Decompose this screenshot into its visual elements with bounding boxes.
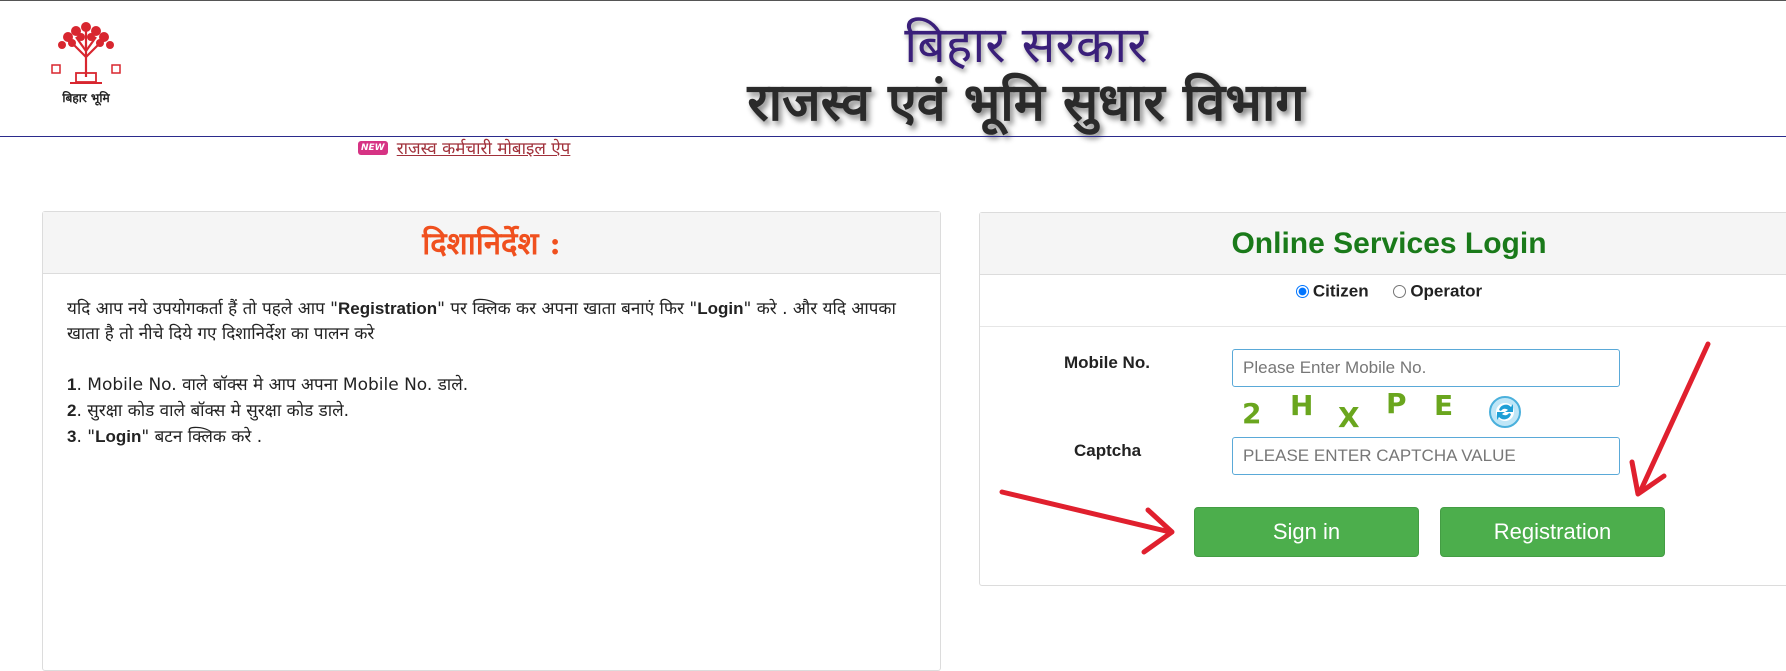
guidelines-steps: 1. Mobile No. वाले बॉक्स मे आप अपना Mobi… — [67, 372, 916, 450]
guidelines-panel: दिशानिर्देश : यदि आप नये उपयोगकर्ता हैं … — [42, 211, 941, 671]
refresh-icon[interactable] — [1488, 395, 1522, 429]
mobile-app-link[interactable]: राजस्व कर्मचारी मोबाइल ऐप — [397, 139, 571, 159]
new-badge-icon: NEW — [358, 140, 388, 155]
guideline-step: 2. सुरक्षा कोड वाले बॉक्स मे सुरक्षा कोड… — [67, 398, 916, 424]
guideline-step: 3. "Login" बटन क्लिक करे . — [67, 424, 916, 450]
intro-registration: Registration — [337, 299, 438, 318]
login-header: Online Services Login — [980, 213, 1786, 275]
intro-login: Login — [697, 299, 744, 318]
captcha-image: 2HXPE — [1242, 389, 1453, 429]
role-selector: Citizen Operator — [980, 275, 1786, 327]
captcha-char: H — [1290, 389, 1313, 422]
guideline-step: 1. Mobile No. वाले बॉक्स मे आप अपना Mobi… — [67, 372, 916, 398]
role-citizen[interactable]: Citizen — [1295, 281, 1369, 302]
operator-label: Operator — [1410, 281, 1483, 301]
operator-radio[interactable] — [1393, 285, 1407, 299]
citizen-label: Citizen — [1312, 281, 1369, 301]
guidelines-intro: यदि आप नये उपयोगकर्ता हैं तो पहले आप "Re… — [67, 296, 916, 347]
step-bold: Login — [95, 427, 142, 446]
step-text: . " — [76, 427, 96, 447]
department-title: राजस्व एवं भूमि सुधार विभाग — [747, 72, 1305, 133]
login-panel: Online Services Login Citizen Operator M… — [979, 212, 1786, 586]
sign-in-button[interactable]: Sign in — [1194, 507, 1419, 557]
captcha-char: 2 — [1242, 397, 1261, 429]
captcha-char: E — [1434, 389, 1453, 422]
registration-button[interactable]: Registration — [1440, 507, 1665, 557]
guidelines-title: दिशानिर्देश : — [422, 226, 561, 262]
captcha-char: X — [1338, 401, 1360, 429]
mobile-input[interactable] — [1232, 349, 1620, 387]
captcha-text: 2HXPE — [1242, 389, 1453, 429]
mobile-app-link-row: NEW राजस्व कर्मचारी मोबाइल ऐप — [358, 136, 570, 162]
step-text: . Mobile No. वाले बॉक्स मे आप अपना Mobil… — [76, 375, 469, 395]
captcha-char: P — [1386, 389, 1407, 420]
login-title: Online Services Login — [1231, 227, 1547, 260]
intro-text-2: " पर क्लिक कर अपना खाता बनाएं फिर " — [437, 299, 698, 319]
mobile-label: Mobile No. — [1064, 353, 1150, 372]
captcha-input[interactable] — [1232, 437, 1620, 475]
guidelines-header: दिशानिर्देश : — [43, 212, 940, 274]
citizen-radio[interactable] — [1295, 285, 1309, 299]
header-divider — [0, 136, 1786, 137]
step-text: . सुरक्षा कोड वाले बॉक्स मे सुरक्षा कोड … — [76, 401, 350, 421]
role-operator[interactable]: Operator — [1393, 281, 1482, 302]
captcha-label: Captcha — [1074, 441, 1142, 460]
intro-text-1: यदि आप नये उपयोगकर्ता हैं तो पहले आप " — [67, 299, 338, 319]
guidelines-body: यदि आप नये उपयोगकर्ता हैं तो पहले आप "Re… — [43, 274, 940, 472]
site-header: बिहार भूमि बिहार सरकार राजस्व एवं भूमि स… — [0, 1, 1786, 137]
step-text: " बटन क्लिक करे . — [141, 427, 263, 447]
